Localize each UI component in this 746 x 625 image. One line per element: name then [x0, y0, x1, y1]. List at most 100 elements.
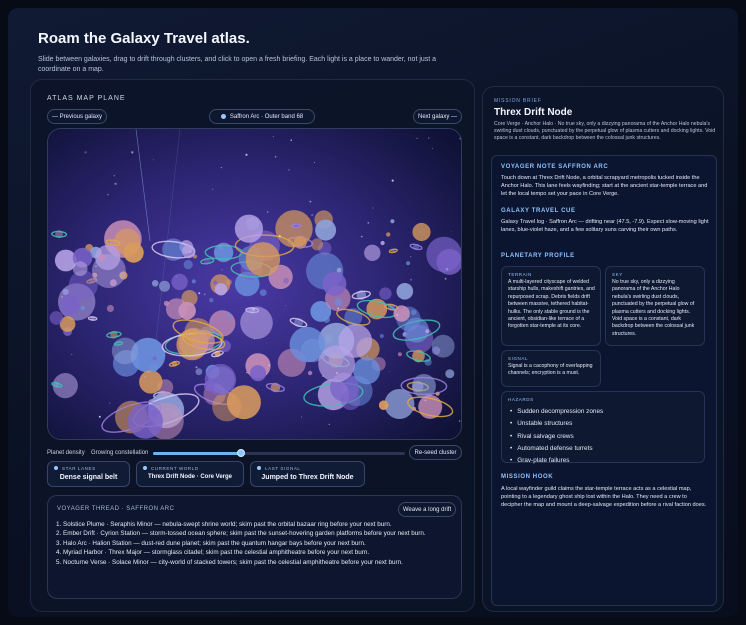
planet[interactable]: [378, 400, 389, 411]
previous-galaxy-button[interactable]: — Previous galaxy: [47, 109, 107, 124]
travel-cue-title: GALAXY TRAVEL CUE: [501, 208, 576, 214]
star: [274, 155, 277, 158]
planet[interactable]: [49, 311, 64, 325]
planet[interactable]: [226, 313, 231, 318]
planet[interactable]: [386, 232, 391, 237]
status-dot-icon: [143, 466, 147, 470]
planet[interactable]: [249, 365, 267, 382]
planet[interactable]: [204, 380, 216, 392]
terrain-text: A multi-layered cityscape of welded star…: [508, 279, 595, 330]
next-galaxy-button[interactable]: Next galaxy —: [413, 109, 462, 124]
voyager-thread-list: 1. Solstice Plume · Seraphis Minor — neb…: [56, 520, 456, 567]
atlas-section-label: ATLAS MAP PLANE: [47, 95, 126, 102]
planet[interactable]: [151, 280, 159, 287]
star: [98, 415, 101, 418]
planet[interactable]: [336, 267, 342, 273]
planet[interactable]: [213, 280, 218, 285]
list-item[interactable]: 4. Myriad Harbor · Threx Major — stormgl…: [56, 548, 456, 557]
planet[interactable]: [152, 356, 157, 361]
star: [410, 278, 412, 281]
star: [272, 136, 274, 138]
planet[interactable]: [212, 392, 242, 422]
planet[interactable]: [384, 389, 415, 419]
planet[interactable]: [226, 279, 232, 285]
planet[interactable]: [307, 370, 313, 376]
planet[interactable]: [182, 244, 196, 259]
planet[interactable]: [191, 279, 196, 284]
planet[interactable]: [364, 244, 381, 261]
list-item[interactable]: 3. Halo Arc · Halion Station — dust-red …: [56, 539, 456, 548]
planet[interactable]: [397, 352, 402, 357]
planet[interactable]: [283, 277, 289, 284]
planet[interactable]: [259, 289, 267, 296]
planet[interactable]: [183, 260, 193, 270]
star: [245, 153, 248, 156]
star: [198, 292, 201, 295]
planet[interactable]: [425, 329, 430, 334]
planet[interactable]: [390, 219, 395, 224]
planet[interactable]: [406, 261, 411, 266]
planet[interactable]: [111, 337, 139, 365]
planet[interactable]: [127, 403, 163, 439]
planet[interactable]: [245, 242, 281, 277]
star: [203, 293, 206, 296]
planet[interactable]: [379, 333, 384, 339]
planet[interactable]: [98, 254, 106, 262]
planet[interactable]: [171, 273, 188, 291]
planet[interactable]: [80, 306, 85, 310]
planet[interactable]: [323, 316, 330, 323]
density-slider-thumb[interactable]: [237, 449, 246, 457]
star: [424, 399, 427, 402]
galaxy-map-canvas[interactable]: [47, 128, 462, 440]
planet[interactable]: [445, 369, 455, 379]
galaxy-map-svg[interactable]: [48, 129, 462, 440]
planet[interactable]: [195, 368, 203, 376]
planet[interactable]: [380, 240, 385, 246]
planet[interactable]: [106, 304, 114, 313]
star: [220, 167, 222, 169]
density-value-text: Growing constellation: [91, 450, 149, 456]
planet[interactable]: [379, 287, 392, 300]
star: [366, 355, 368, 357]
reseed-cluster-button[interactable]: Re-seed cluster: [409, 445, 462, 460]
planet[interactable]: [91, 254, 126, 288]
planet[interactable]: [322, 271, 347, 296]
planet[interactable]: [436, 248, 463, 275]
planet[interactable]: [149, 363, 159, 373]
planet[interactable]: [334, 297, 343, 306]
planet[interactable]: [178, 301, 196, 320]
planet[interactable]: [315, 219, 337, 241]
star: [189, 250, 192, 253]
hazards-label: HAZARDS: [508, 397, 534, 402]
planet[interactable]: [412, 222, 431, 242]
signal-label: SIGNAL: [508, 356, 529, 361]
planet[interactable]: [72, 261, 88, 276]
list-item[interactable]: 2. Ember Drift · Cyrion Station — storm-…: [56, 529, 456, 538]
star: [301, 416, 302, 418]
planet[interactable]: [393, 305, 410, 322]
list-item[interactable]: 1. Solstice Plume · Seraphis Minor — neb…: [56, 520, 456, 529]
star: [114, 182, 117, 185]
planet[interactable]: [159, 280, 170, 292]
planet[interactable]: [353, 357, 381, 385]
weave-long-drift-button[interactable]: Weave a long drift: [398, 502, 456, 517]
planet[interactable]: [424, 358, 432, 366]
location-chip: Saffron Arc · Outer band 68: [209, 109, 315, 124]
planet[interactable]: [234, 214, 263, 243]
stat-key: STAR LANES: [62, 466, 96, 471]
planet[interactable]: [275, 210, 313, 248]
mission-brief-label: MISSION BRIEF: [494, 98, 542, 104]
star: [195, 366, 198, 369]
page-subtitle: Slide between galaxies, drag to drift th…: [38, 56, 437, 73]
density-slider[interactable]: [153, 449, 405, 457]
planet[interactable]: [209, 298, 214, 303]
planet[interactable]: [431, 334, 455, 358]
planet[interactable]: [240, 306, 273, 340]
planet[interactable]: [139, 370, 163, 394]
planet[interactable]: [123, 242, 144, 263]
list-item[interactable]: 5. Nocturne Verse · Solace Minor — city-…: [56, 558, 456, 567]
signal-card: SIGNAL Signal is a cacophony of overlapp…: [501, 350, 601, 387]
planet[interactable]: [214, 283, 228, 296]
planet[interactable]: [396, 283, 414, 300]
planet[interactable]: [340, 390, 361, 411]
